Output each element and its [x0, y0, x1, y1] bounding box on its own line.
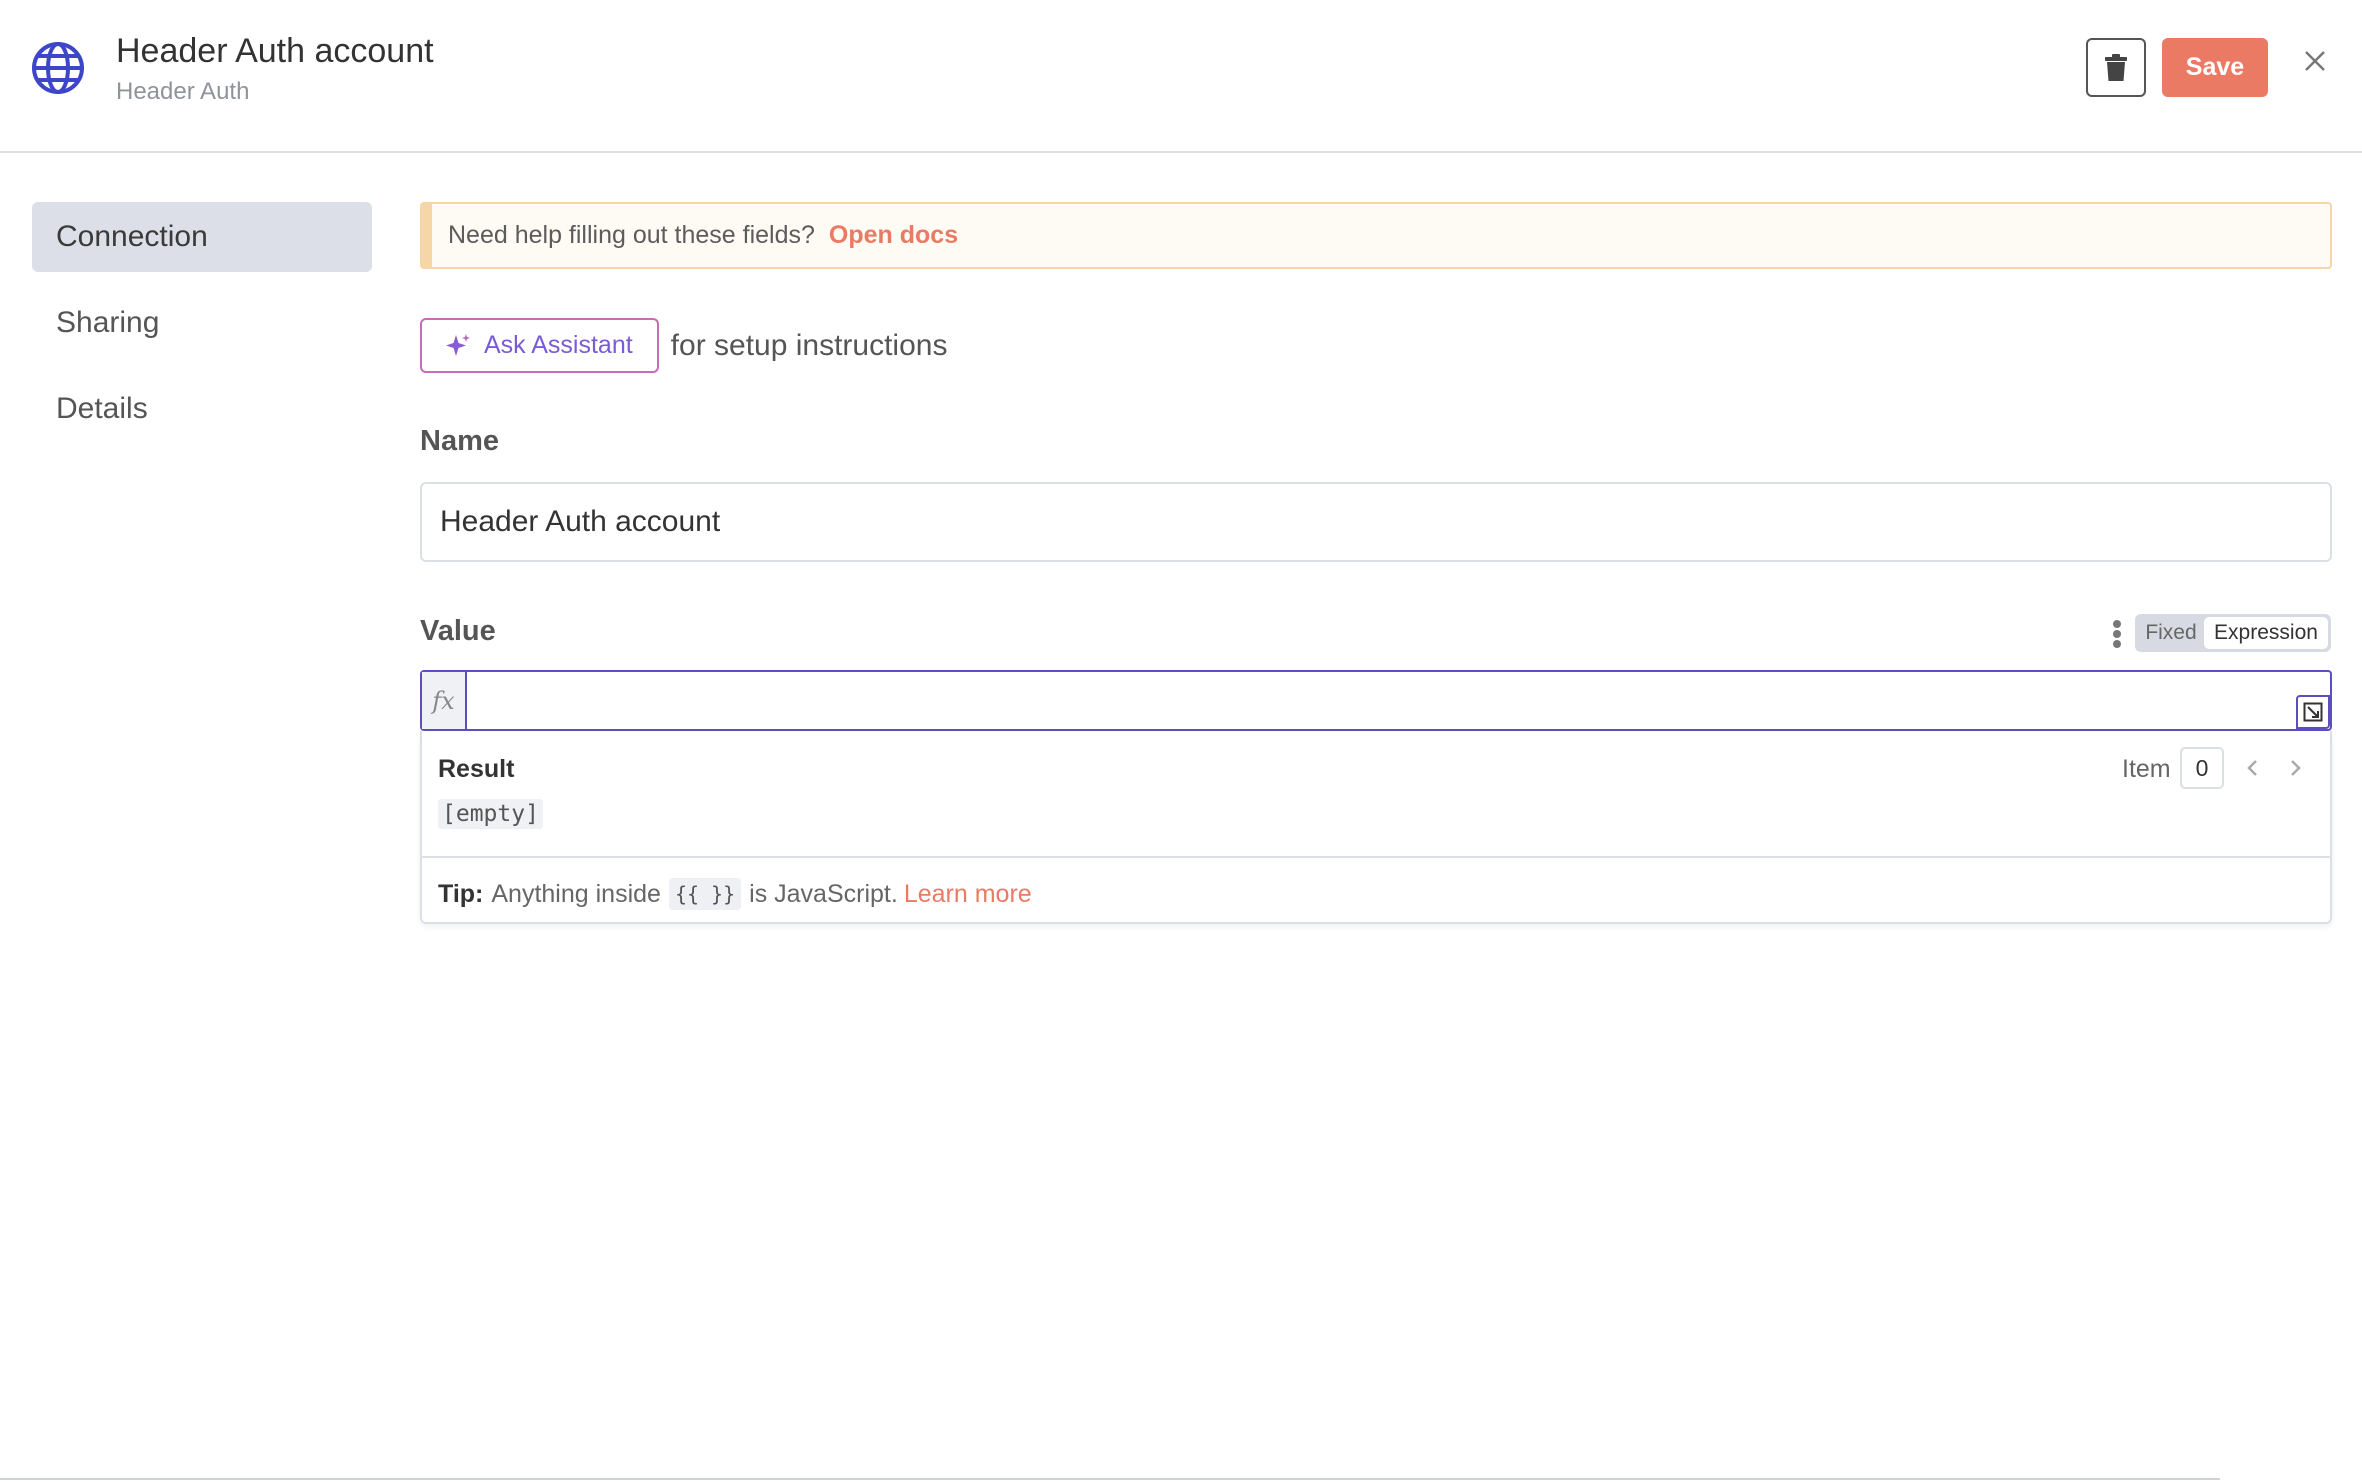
fixed-expression-toggle: Fixed Expression — [2135, 614, 2331, 652]
result-value: [empty] — [438, 799, 543, 829]
toggle-fixed-option[interactable]: Fixed — [2138, 621, 2204, 645]
ask-assistant-button[interactable]: Ask Assistant — [420, 318, 659, 373]
name-label: Name — [420, 425, 499, 457]
delete-button[interactable] — [2086, 38, 2146, 97]
chevron-left-icon — [2247, 760, 2257, 776]
tip-code: {{ }} — [668, 878, 742, 910]
next-item-button[interactable] — [2280, 753, 2310, 783]
fx-icon: fx — [422, 672, 467, 729]
tip-text-before: Anything inside — [491, 879, 661, 908]
save-button[interactable]: Save — [2162, 38, 2268, 97]
previous-item-button[interactable] — [2238, 753, 2268, 783]
expand-editor-button[interactable] — [2296, 695, 2330, 729]
ask-assistant-label: Ask Assistant — [484, 331, 633, 359]
name-input-value: Header Auth account — [440, 505, 721, 538]
tip-label: Tip: — [438, 879, 484, 908]
item-label: Item — [2122, 755, 2171, 783]
sidebar-item-connection[interactable]: Connection — [32, 202, 372, 272]
expression-input[interactable]: fx — [420, 670, 2332, 731]
sidebar-item-label: Sharing — [56, 306, 160, 339]
assistant-suffix: for setup instructions — [670, 328, 948, 362]
callout-text: Need help filling out these fields? — [448, 221, 815, 249]
bottom-divider — [0, 1478, 2220, 1480]
sidebar-item-label: Connection — [56, 220, 208, 253]
credential-title: Header Auth account — [116, 32, 434, 70]
learn-more-link[interactable]: Learn more — [904, 880, 1032, 909]
open-docs-link[interactable]: Open docs — [829, 221, 958, 250]
name-input[interactable]: Header Auth account — [420, 482, 2332, 562]
tip-text: Tip: Anything inside {{ }} is JavaScript… — [438, 878, 1032, 910]
trash-icon — [2105, 53, 2127, 81]
close-icon — [2305, 51, 2325, 71]
globe-icon — [32, 42, 84, 94]
sparkle-icon — [446, 333, 470, 356]
value-label: Value — [420, 615, 496, 647]
tip-text-after: is JavaScript. — [749, 879, 898, 908]
help-callout: Need help filling out these fields? Open… — [420, 202, 2332, 269]
more-options-icon[interactable] — [2112, 620, 2122, 648]
result-divider — [422, 856, 2330, 858]
item-index-input[interactable]: 0 — [2180, 747, 2224, 789]
expression-result-panel: Result [empty] Item 0 Tip: Anything insi… — [420, 731, 2332, 924]
assistant-row: Ask Assistant for setup instructions — [420, 318, 947, 373]
expand-icon — [2303, 702, 2323, 722]
sidebar-item-details[interactable]: Details — [32, 374, 372, 444]
result-title: Result — [438, 755, 515, 783]
modal-header: Header Auth account Header Auth Save — [0, 0, 2362, 153]
sidebar-item-label: Details — [56, 392, 148, 425]
chevron-right-icon — [2291, 760, 2301, 776]
close-button[interactable] — [2300, 46, 2330, 76]
credential-type: Header Auth — [116, 78, 250, 105]
toggle-expression-option[interactable]: Expression — [2204, 617, 2328, 649]
sidebar-item-sharing[interactable]: Sharing — [32, 288, 372, 358]
